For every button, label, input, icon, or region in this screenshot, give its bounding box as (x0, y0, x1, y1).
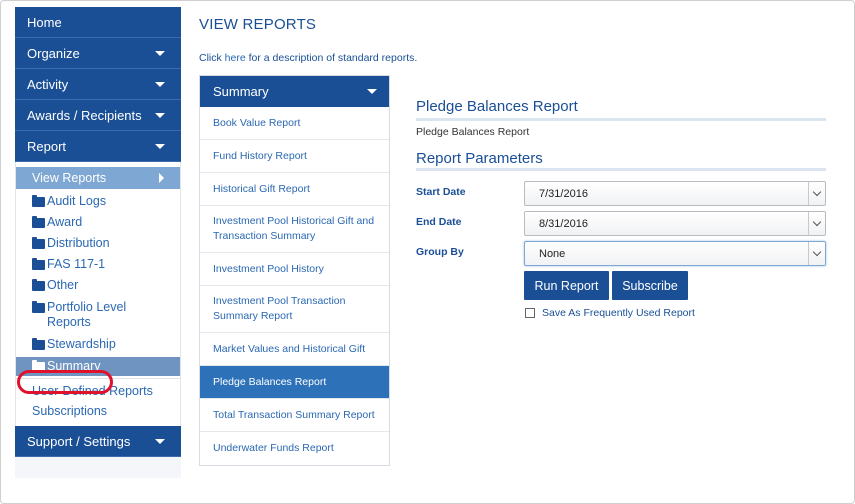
report-item[interactable]: Market Values and Historical Gift (200, 333, 389, 366)
start-date-label: Start Date (416, 186, 466, 198)
folder-other[interactable]: Other (16, 275, 180, 296)
folder-label: FAS 117-1 (47, 257, 106, 271)
subscribe-button[interactable]: Subscribe (612, 271, 688, 300)
nav-organize[interactable]: Organize (15, 38, 181, 69)
report-item-selected[interactable]: Pledge Balances Report (200, 366, 389, 399)
chevron-down-icon (155, 81, 165, 87)
subscriptions-link[interactable]: Subscriptions (16, 401, 180, 426)
folder-label: Stewardship (47, 337, 116, 351)
report-item[interactable]: Historical Gift Report (200, 173, 389, 206)
report-item[interactable]: Investment Pool History (200, 253, 389, 286)
nav-home[interactable]: Home (15, 7, 181, 38)
intro-suffix: for a description of standard reports. (245, 52, 418, 64)
folder-award[interactable]: Award (16, 212, 180, 233)
intro-text: Click here for a description of standard… (199, 52, 417, 64)
report-title-rule (416, 118, 826, 121)
report-category-label: Summary (213, 84, 269, 99)
nav-organize-label: Organize (27, 45, 80, 61)
folder-stewardship[interactable]: Stewardship (16, 334, 180, 355)
intro-prefix: Click (199, 52, 225, 64)
view-reports-item[interactable]: View Reports (16, 167, 180, 189)
report-item[interactable]: Total Transaction Summary Report (200, 399, 389, 432)
folder-fas-117-1[interactable]: FAS 117-1 (16, 254, 180, 275)
folder-icon (32, 258, 45, 270)
group-by-value: None (539, 247, 566, 260)
folder-summary[interactable]: Summary (16, 357, 180, 376)
folder-label: Distribution (47, 236, 110, 250)
folder-distribution[interactable]: Distribution (16, 233, 180, 254)
page-title: VIEW REPORTS (199, 16, 317, 33)
sidebar: Home Organize Activity Awards / Recipien… (15, 7, 181, 478)
folder-icon (32, 279, 45, 291)
nav-activity[interactable]: Activity (15, 69, 181, 100)
report-item[interactable]: Fund History Report (200, 140, 389, 173)
run-report-button[interactable]: Run Report (524, 271, 609, 300)
folder-label: Audit Logs (47, 194, 107, 208)
view-reports-label: View Reports (32, 171, 107, 185)
folder-icon (32, 237, 45, 249)
save-frequent-row: Save As Frequently Used Report (525, 307, 695, 319)
folder-audit-logs[interactable]: Audit Logs (16, 191, 180, 212)
group-by-label: Group By (416, 246, 464, 258)
report-item[interactable]: Investment Pool Historical Gift and Tran… (200, 206, 389, 253)
report-subnav: View Reports Audit Logs Award Distributi… (15, 162, 181, 426)
report-subtitle: Pledge Balances Report (416, 126, 530, 138)
folder-label: Summary (47, 359, 101, 373)
chevron-down-icon (808, 242, 825, 265)
chevron-down-icon (155, 438, 165, 444)
end-date-select[interactable]: 8/31/2016 (524, 211, 826, 236)
start-date-select[interactable]: 7/31/2016 (524, 181, 826, 206)
chevron-down-icon (367, 89, 377, 94)
save-frequent-checkbox[interactable] (525, 308, 535, 318)
divider (16, 378, 180, 379)
report-list: Summary Book Value Report Fund History R… (199, 75, 390, 466)
nav-report[interactable]: Report (15, 131, 181, 162)
user-defined-reports-link[interactable]: User-Defined Reports (16, 381, 180, 401)
folder-label: Portfolio Level Reports (47, 300, 127, 329)
report-category-dropdown[interactable]: Summary (200, 76, 389, 107)
group-by-select[interactable]: None (524, 241, 826, 266)
folder-icon (32, 301, 45, 313)
parameters-rule (416, 168, 826, 171)
nav-awards-label: Awards / Recipients (27, 107, 142, 123)
nav-support-settings[interactable]: Support / Settings (15, 426, 181, 457)
folder-icon (32, 216, 45, 228)
report-title: Pledge Balances Report (416, 98, 578, 115)
chevron-down-icon (808, 182, 825, 205)
nav-awards-recipients[interactable]: Awards / Recipients (15, 100, 181, 131)
save-frequent-label: Save As Frequently Used Report (542, 307, 695, 319)
chevron-down-icon (155, 143, 165, 149)
nav-home-label: Home (27, 14, 62, 30)
chevron-right-icon (159, 173, 164, 183)
chevron-down-icon (808, 212, 825, 235)
folder-icon (32, 338, 45, 350)
folder-open-icon (32, 360, 45, 372)
folder-portfolio-level-reports[interactable]: Portfolio Level Reports (16, 296, 180, 334)
report-parameters-title: Report Parameters (416, 150, 543, 167)
app-window: Home Organize Activity Awards / Recipien… (0, 0, 855, 504)
chevron-down-icon (155, 50, 165, 56)
nav-report-label: Report (27, 138, 67, 154)
folder-label: Other (47, 278, 79, 292)
start-date-value: 7/31/2016 (539, 187, 588, 200)
nav-activity-label: Activity (27, 76, 69, 92)
folder-label: Award (47, 215, 83, 229)
end-date-label: End Date (416, 216, 462, 228)
description-link[interactable]: here (225, 52, 246, 64)
nav-support-label: Support / Settings (27, 433, 131, 449)
report-item[interactable]: Investment Pool Transaction Summary Repo… (200, 286, 389, 333)
folder-icon (32, 195, 45, 207)
report-item[interactable]: Book Value Report (200, 107, 389, 140)
end-date-value: 8/31/2016 (539, 217, 588, 230)
report-item[interactable]: Underwater Funds Report (200, 432, 389, 465)
chevron-down-icon (155, 112, 165, 118)
